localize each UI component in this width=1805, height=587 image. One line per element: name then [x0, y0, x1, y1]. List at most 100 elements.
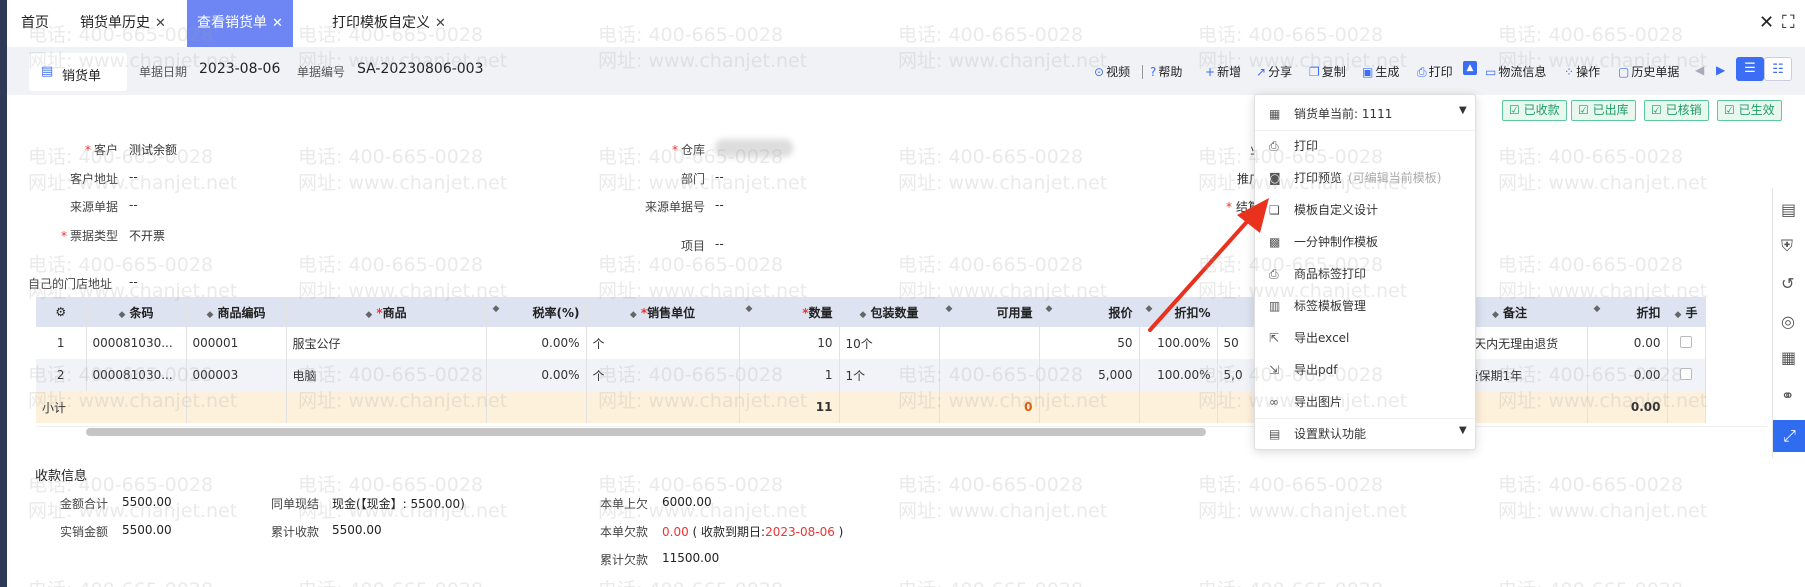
row-checkbox[interactable] — [1667, 327, 1706, 359]
link-icon[interactable]: ⚭ — [1781, 386, 1794, 405]
invoice-value[interactable]: 不开票 — [129, 227, 165, 244]
column-header[interactable]: ◆ 手 — [1667, 297, 1706, 327]
operate-button[interactable]: ⁘ 操作 — [1564, 63, 1600, 80]
menu-item-quick-template[interactable]: ▩ 一分钟制作模板 — [1269, 233, 1378, 253]
rebate-cell[interactable]: 0.00 — [1587, 327, 1668, 359]
chevron-up-icon[interactable]: ▲ — [1463, 61, 1477, 75]
menu-item-print-preview[interactable]: ◙ 打印预览 (可编辑当前模板) — [1269, 169, 1441, 189]
watermark-phone: 电话: 400-665-0028 — [598, 254, 784, 276]
unit-cell[interactable]: 个 — [586, 359, 740, 391]
source-value[interactable]: -- — [129, 198, 138, 212]
close-icon[interactable]: ✕ — [435, 16, 446, 31]
column-header[interactable]: ◆ 可用量 — [939, 297, 1040, 327]
customer-value[interactable]: 测试余额 — [129, 141, 177, 158]
card-view-icon[interactable]: ☷ — [1764, 57, 1792, 81]
discount-cell[interactable]: 100.00% — [1139, 327, 1218, 359]
document-icon[interactable]: ▤ — [1781, 200, 1796, 219]
store-address-value[interactable]: -- — [129, 275, 138, 289]
project-value[interactable]: -- — [715, 237, 724, 251]
print-button[interactable]: ⎙ 打印 — [1417, 63, 1453, 80]
column-header[interactable]: ◆ 报价 — [1039, 297, 1140, 327]
tab-view-sales-order[interactable]: 查看销货单 ✕ — [187, 0, 293, 47]
column-header[interactable]: ◆ *商品 — [286, 297, 487, 327]
generate-button[interactable]: ▣ 生成 — [1362, 63, 1399, 80]
qty-cell[interactable]: 10 — [739, 327, 840, 359]
expand-icon[interactable]: ⤢ — [1773, 420, 1805, 452]
video-button[interactable]: ⊙ 视频 — [1094, 63, 1130, 80]
barcode-cell[interactable]: 000081030... — [86, 327, 187, 359]
logistics-button[interactable]: ▭ 物流信息 — [1485, 63, 1546, 80]
code-cell[interactable]: 000003 — [186, 359, 287, 391]
menu-item-export-pdf[interactable]: ⇲ 导出pdf — [1269, 361, 1337, 381]
row-checkbox[interactable] — [1667, 359, 1706, 391]
column-settings-icon[interactable]: ⚙ — [36, 297, 87, 327]
copy-button[interactable]: ❐ 复制 — [1309, 63, 1346, 80]
column-header[interactable]: ◆ 折扣% — [1139, 297, 1218, 327]
current-template-icon: ▦ — [1269, 107, 1281, 121]
dept-label: 部门 — [680, 172, 705, 186]
code-cell[interactable]: 000001 — [186, 327, 287, 359]
add-button[interactable]: + 新增 — [1205, 63, 1241, 80]
stamp-icon[interactable]: ◎ — [1781, 312, 1795, 331]
share-label: 分享 — [1268, 65, 1293, 79]
history-icon[interactable]: ↺ — [1781, 274, 1794, 293]
next-arrow-icon[interactable]: ▶ — [1716, 63, 1725, 77]
history-button[interactable]: ▢ 历史单据 — [1618, 63, 1679, 80]
unit-cell[interactable]: 个 — [586, 327, 740, 359]
tab-home[interactable]: 首页 — [21, 0, 49, 47]
menu-item-template-design[interactable]: ❏ 模板自定义设计 — [1269, 201, 1378, 221]
help-button[interactable]: ? 帮助 — [1150, 63, 1182, 80]
window-close-icon[interactable]: ✕ — [1759, 12, 1774, 33]
price-cell[interactable]: 5,000 — [1039, 359, 1140, 391]
address-value[interactable]: -- — [129, 170, 138, 184]
tab-sales-history[interactable]: 销货单历史 ✕ — [80, 0, 166, 47]
tab-print-template[interactable]: 打印模板自定义 ✕ — [332, 0, 446, 47]
dept-value[interactable]: -- — [715, 170, 724, 184]
column-header[interactable]: ◆ *数量 — [739, 297, 840, 327]
play-icon: ⊙ — [1094, 65, 1105, 79]
column-header[interactable]: ◆ 条码 — [86, 297, 187, 327]
column-header[interactable]: ◆ *销售单位 — [586, 297, 740, 327]
menu-item-export-excel[interactable]: ⇱ 导出excel — [1269, 329, 1349, 349]
checkbox-icon[interactable] — [1680, 335, 1692, 348]
pack-cell[interactable]: 10个 — [839, 327, 940, 359]
image-icon: ∞ — [1269, 395, 1279, 409]
tax-cell[interactable]: 0.00% — [486, 327, 587, 359]
history-label: 历史单据 — [1631, 65, 1680, 79]
pack-cell[interactable]: 1个 — [839, 359, 940, 391]
column-header[interactable]: ◆ 商品编码 — [186, 297, 287, 327]
menu-item-export-image[interactable]: ∞ 导出图片 — [1269, 393, 1342, 413]
column-header[interactable]: ◆ 包装数量 — [839, 297, 940, 327]
menu-item-label-template[interactable]: ▥ 标签模板管理 — [1269, 297, 1366, 317]
close-icon[interactable]: ✕ — [155, 16, 166, 31]
discount-cell[interactable]: 100.00% — [1139, 359, 1218, 391]
column-header[interactable]: ◆ 税率(%) — [486, 297, 587, 327]
menu-item-label-print[interactable]: ⎙ 商品标签打印 — [1269, 265, 1366, 285]
shield-icon[interactable]: ⛨ — [1781, 236, 1793, 256]
product-cell[interactable]: 服宝公仔 — [286, 327, 487, 359]
product-cell[interactable]: 电脑 — [286, 359, 487, 391]
horizontal-scrollbar[interactable] — [86, 428, 1206, 436]
customer-label: * 客户 — [84, 143, 118, 157]
finance-icon[interactable]: ▦ — [1781, 348, 1796, 367]
list-view-icon[interactable]: ☰ — [1736, 57, 1764, 81]
barcode-cell[interactable]: 000081030... — [86, 359, 187, 391]
invoice-label: * 票据类型 — [60, 229, 118, 243]
checkbox-icon[interactable] — [1680, 367, 1692, 380]
qty-cell[interactable]: 1 — [739, 359, 840, 391]
menu-item-print[interactable]: ⎙ 打印 — [1269, 137, 1318, 157]
tax-cell[interactable]: 0.00% — [486, 359, 587, 391]
price-cell[interactable]: 50 — [1039, 327, 1140, 359]
window-expand-icon[interactable]: ⛶ — [1782, 12, 1795, 33]
menu-item-label: 打印预览 — [1294, 171, 1343, 185]
status-label: 已出库 — [1592, 103, 1629, 117]
share-button[interactable]: ↗ 分享 — [1256, 63, 1292, 80]
close-icon[interactable]: ✕ — [272, 16, 283, 31]
store-address-label: 自己的门店地址 — [28, 277, 113, 291]
source-no-value[interactable]: -- — [715, 198, 724, 212]
prev-arrow-icon[interactable]: ◀ — [1695, 63, 1704, 77]
menu-item-current-template[interactable]: ▦ 销货单当前: 1111 ▼ — [1269, 105, 1467, 125]
column-header[interactable]: ◆ 折扣 — [1587, 297, 1668, 327]
rebate-cell[interactable]: 0.00 — [1587, 359, 1668, 391]
menu-item-default-settings[interactable]: ▤ 设置默认功能 ▼ — [1269, 425, 1467, 445]
